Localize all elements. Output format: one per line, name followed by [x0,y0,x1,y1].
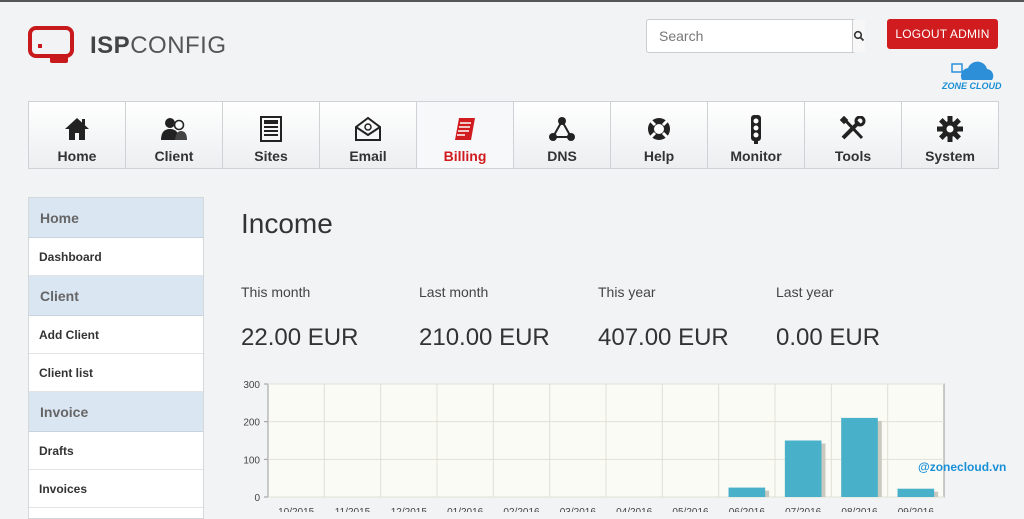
x-tick-label: 05/2016 [672,507,709,512]
x-tick-label: 12/2015 [391,507,428,512]
nav-label-email: Email [349,148,387,164]
bar [784,440,822,497]
nav-email[interactable]: Email [319,101,417,169]
stat-value: 22.00 EUR [241,324,359,351]
top-border [0,0,1024,2]
stat-label: Last month [419,284,489,300]
nav-label-monitor: Monitor [730,148,782,164]
nav-label-system: System [925,148,975,164]
home-icon [63,115,91,143]
stat-last-year: Last year 0.00 EUR [776,284,880,352]
traffic-light-icon [748,115,764,144]
zonecloud-logo-text: ZONE CLOUD [942,81,1002,91]
y-tick-label: 300 [243,380,260,391]
nav-system[interactable]: System [901,101,999,169]
bar [897,488,935,497]
nav-label-help: Help [643,148,675,164]
nav-monitor[interactable]: Monitor [707,101,805,169]
y-tick-label: 100 [243,455,260,466]
x-tick-label: 06/2016 [729,507,766,512]
nav-tools[interactable]: Tools [804,101,902,169]
sidebar-section-client: Client [29,276,203,316]
x-tick-label: 04/2016 [616,507,653,512]
monitor-logo-icon [28,26,76,66]
nav-label-home: Home [57,148,97,164]
sidebar-item-drafts[interactable]: Drafts [29,432,203,470]
nav-client[interactable]: Client [125,101,223,169]
search-box [646,19,865,53]
users-icon [159,115,189,143]
logout-button[interactable]: LOGOUT ADMIN [887,19,998,49]
search-button[interactable] [852,20,865,52]
y-tick-label: 200 [243,418,260,429]
nav-home[interactable]: Home [28,101,126,169]
search-icon [853,30,865,42]
nav-label-client: Client [154,148,194,164]
stat-last-month: Last month 210.00 EUR [419,284,550,352]
stat-value: 0.00 EUR [776,324,881,351]
gear-icon [936,115,964,143]
sidebar-item-dashboard[interactable]: Dashboard [29,238,203,276]
main-nav: Home Client Sites Email Billing DNS Help… [28,101,999,169]
stat-this-month: This month 22.00 EUR [241,284,358,352]
sidebar-item-client-list[interactable]: Client list [29,354,203,392]
x-tick-label: 10/2015 [278,507,315,512]
stat-value: 210.00 EUR [419,324,550,351]
network-icon [548,115,576,143]
sidebar: Home Dashboard Client Add Client Client … [28,197,204,519]
logo-text: ISPCONFIG [90,32,227,59]
sidebar-item-invoices[interactable]: Invoices [29,470,203,508]
tools-icon [839,115,867,143]
billing-icon [451,115,479,143]
x-tick-label: 03/2016 [560,507,597,512]
page-title: Income [241,208,333,239]
x-tick-label: 08/2016 [841,507,878,512]
x-tick-label: 09/2016 [898,507,935,512]
sidebar-item-add-client[interactable]: Add Client [29,316,203,354]
sidebar-section-invoice: Invoice [29,392,203,432]
document-icon [259,115,283,143]
x-tick-label: 02/2016 [503,507,540,512]
nav-label-dns: DNS [547,148,577,164]
stat-value: 407.00 EUR [598,324,729,351]
stat-label: This year [598,284,656,300]
stat-label: Last year [776,284,834,300]
bar [728,487,766,497]
x-tick-label: 11/2015 [335,507,371,512]
nav-label-sites: Sites [254,148,288,164]
watermark-text: @zonecloud.vn [918,460,1007,474]
y-tick-label: 0 [254,493,260,504]
income-chart: 0 100 200 300 10/2015 11/2015 12/2015 01/2016 02… [243,380,945,512]
sidebar-section-home: Home [29,198,203,238]
nav-billing[interactable]: Billing [416,101,514,169]
ispconfig-logo[interactable]: ISPCONFIG [28,24,227,68]
search-input[interactable] [647,20,852,52]
nav-label-billing: Billing [443,148,487,164]
lifebuoy-icon [645,115,673,143]
bar [841,417,878,497]
envelope-icon [354,115,382,143]
nav-label-tools: Tools [834,148,872,164]
stat-label: This month [241,284,311,300]
stat-this-year: This year 407.00 EUR [598,284,729,352]
x-tick-label: 01/2016 [447,507,484,512]
nav-dns[interactable]: DNS [513,101,611,169]
nav-help[interactable]: Help [610,101,708,169]
x-tick-label: 07/2016 [785,507,822,512]
nav-sites[interactable]: Sites [222,101,320,169]
